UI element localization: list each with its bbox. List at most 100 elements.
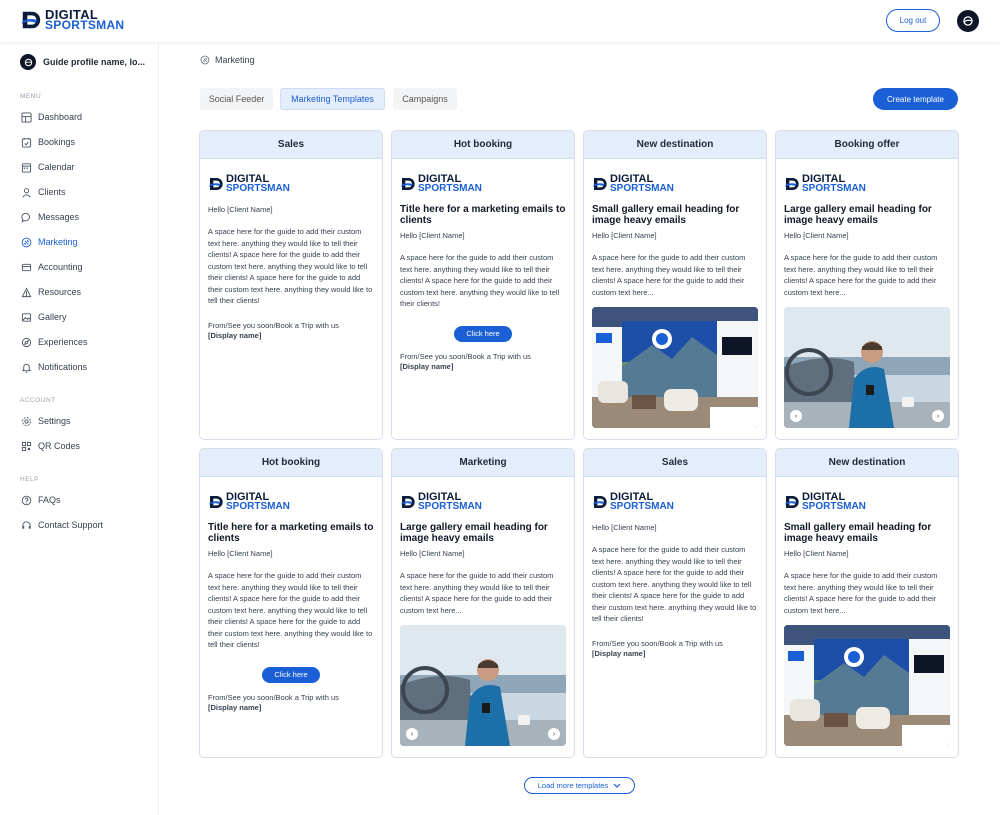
- logout-button[interactable]: Log out: [886, 9, 940, 32]
- card-header: New destination: [776, 449, 958, 477]
- display-name: [Display name]: [400, 362, 454, 371]
- chevron-right-icon[interactable]: ›: [548, 728, 560, 740]
- booth-photo: [784, 625, 950, 746]
- card-logo: DIGITAL SPORTSMAN: [784, 174, 950, 194]
- card-text: A space here for the guide to add their …: [400, 571, 554, 615]
- chevron-left-icon[interactable]: ‹: [790, 410, 802, 422]
- signoff-text: From/See you soon/Book a Trip with us: [400, 351, 531, 361]
- brand-line2: SPORTSMAN: [418, 501, 482, 512]
- boat-photo: [400, 625, 566, 746]
- card-greeting: Hello [Client Name]: [784, 231, 849, 240]
- card-header: Sales: [584, 449, 766, 477]
- sidebar-item-label: Contact Support: [38, 520, 104, 530]
- tab-campaigns[interactable]: Campaigns: [393, 88, 457, 110]
- sidebar-item-contact-support[interactable]: Contact Support: [20, 518, 103, 532]
- question-icon: [20, 494, 32, 506]
- card-text: A space here for the guide to add their …: [592, 253, 746, 297]
- card-header: Hot booking: [392, 131, 574, 159]
- brand-line2: SPORTSMAN: [802, 501, 866, 512]
- logo-mark-icon: [20, 9, 42, 31]
- brand-line2: SPORTSMAN: [418, 183, 482, 194]
- logo-mark-icon: [208, 494, 224, 510]
- sidebar-item-label: Messages: [38, 212, 80, 222]
- card-greeting: Hello [Client Name]: [208, 205, 273, 214]
- sidebar-item-experiences[interactable]: Experiences: [20, 335, 88, 349]
- click-here-button[interactable]: Click here: [262, 666, 320, 683]
- template-card-new-destination[interactable]: New destination DIGITAL SPORTSMAN Small g…: [583, 130, 767, 440]
- card-header: Hot booking: [200, 449, 382, 477]
- card-image: [784, 625, 950, 746]
- card-header: New destination: [584, 131, 766, 159]
- card-logo: DIGITAL SPORTSMAN: [400, 492, 566, 512]
- chevron-left-icon[interactable]: ‹: [406, 728, 418, 740]
- card-signoff: From/See you soon/Book a Trip with us [D…: [400, 352, 566, 373]
- template-card-sales[interactable]: Sales DIGITAL SPORTSMAN Hello [Client Nam…: [583, 448, 767, 758]
- card-image-carousel: ‹ ›: [400, 625, 566, 746]
- card-title: Title here for a marketing emails to cli…: [400, 204, 566, 226]
- chevron-right-icon[interactable]: ›: [932, 410, 944, 422]
- card-text: A space here for the guide to add their …: [400, 253, 560, 308]
- sidebar-item-label: Experiences: [38, 337, 88, 347]
- card-title: Small gallery email heading for image he…: [784, 522, 932, 544]
- sidebar-item-dashboard[interactable]: Dashboard: [20, 110, 82, 124]
- card-greeting: Hello [Client Name]: [208, 549, 273, 558]
- card-greeting: Hello [Client Name]: [592, 523, 657, 532]
- booth-photo: [592, 307, 758, 428]
- logo-mark-icon: [784, 176, 800, 192]
- display-name: [Display name]: [592, 649, 646, 658]
- sidebar-item-bookings[interactable]: Bookings: [20, 135, 75, 149]
- card-greeting: Hello [Client Name]: [400, 549, 465, 558]
- card-image-carousel: ‹ ›: [784, 307, 950, 428]
- template-card-hot-booking[interactable]: Hot booking DIGITAL SPORTSMAN Title here …: [199, 448, 383, 758]
- experiences-icon: [20, 336, 32, 348]
- card-logo: DIGITAL SPORTSMAN: [592, 492, 758, 512]
- template-card-marketing[interactable]: Marketing DIGITAL SPORTSMAN Large gallery…: [391, 448, 575, 758]
- logo-mark-icon: [784, 494, 800, 510]
- logo-mark-icon: [592, 176, 608, 192]
- card-text: A space here for the guide to add their …: [784, 571, 938, 615]
- template-card-new-destination[interactable]: New destination DIGITAL SPORTSMAN Small g…: [775, 448, 959, 758]
- card-greeting: Hello [Client Name]: [592, 231, 657, 240]
- card-logo: DIGITAL SPORTSMAN: [208, 174, 374, 194]
- avatar[interactable]: [957, 10, 979, 32]
- profile-selector[interactable]: Guide profile name, lo...: [20, 54, 145, 70]
- sidebar-item-qr-codes[interactable]: QR Codes: [20, 439, 80, 453]
- create-template-button[interactable]: Create template: [873, 88, 958, 110]
- sidebar-item-label: Bookings: [38, 137, 76, 147]
- sidebar-item-gallery[interactable]: Gallery: [20, 310, 67, 324]
- card-title: Small gallery email heading for image he…: [592, 204, 740, 226]
- card-header: Sales: [200, 131, 382, 159]
- breadcrumb-label: Marketing: [215, 55, 255, 65]
- sidebar-item-label: Notifications: [38, 362, 88, 372]
- sidebar-item-accounting[interactable]: Accounting: [20, 260, 83, 274]
- sidebar-item-messages[interactable]: Messages: [20, 210, 79, 224]
- card-greeting: Hello [Client Name]: [784, 549, 849, 558]
- sidebar-item-label: Marketing: [38, 237, 78, 247]
- sidebar-item-settings[interactable]: Settings: [20, 414, 71, 428]
- template-card-hot-booking[interactable]: Hot booking DIGITAL SPORTSMAN Title here …: [391, 130, 575, 440]
- help-section-label: HELP: [20, 476, 39, 483]
- chevron-down-icon: [613, 781, 621, 790]
- template-card-booking-offer[interactable]: Booking offer DIGITAL SPORTSMAN Large gal…: [775, 130, 959, 440]
- sidebar-item-calendar[interactable]: Calendar: [20, 160, 75, 174]
- click-here-button[interactable]: Click here: [454, 325, 512, 342]
- boat-photo: [784, 307, 950, 428]
- template-card-sales[interactable]: Sales DIGITAL SPORTSMAN Hello [Client Nam…: [199, 130, 383, 440]
- brand-line2: SPORTSMAN: [610, 501, 674, 512]
- profile-logo-icon: [23, 57, 34, 68]
- card-logo: DIGITAL SPORTSMAN: [400, 174, 566, 194]
- tab-social-feeder[interactable]: Social Feeder: [200, 88, 273, 110]
- qr-icon: [20, 440, 32, 452]
- sidebar-item-faqs[interactable]: FAQs: [20, 493, 61, 507]
- sidebar-item-resources[interactable]: Resources: [20, 285, 81, 299]
- tab-marketing-templates[interactable]: Marketing Templates: [280, 88, 385, 110]
- sidebar-item-notifications[interactable]: Notifications: [20, 360, 87, 374]
- load-more-label: Load more templates: [537, 781, 609, 790]
- card-signoff: From/See you soon/Book a Trip with us [D…: [592, 639, 758, 660]
- sidebar-item-clients[interactable]: Clients: [20, 185, 66, 199]
- load-more-button[interactable]: Load more templates: [524, 777, 635, 794]
- sidebar-item-marketing[interactable]: Marketing: [20, 235, 78, 249]
- brand-logo[interactable]: DIGITAL SPORTSMAN: [20, 8, 124, 31]
- accounting-icon: [20, 261, 32, 273]
- profile-avatar: [20, 54, 36, 70]
